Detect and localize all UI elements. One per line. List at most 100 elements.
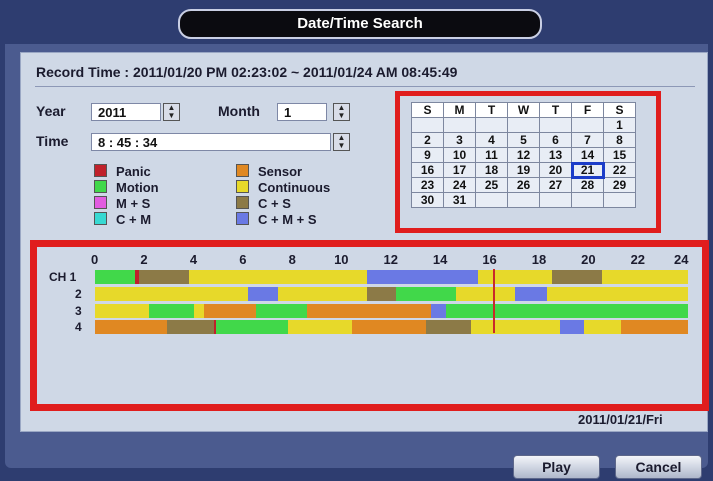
calendar-day[interactable]: 30 <box>411 192 444 208</box>
month-spinner[interactable]: ▲ ▼ <box>333 103 350 121</box>
recording-segment[interactable] <box>166 320 214 334</box>
calendar-empty-cell <box>603 192 636 208</box>
calendar-day[interactable]: 5 <box>507 132 540 148</box>
calendar-day[interactable]: 4 <box>475 132 508 148</box>
recording-segment[interactable] <box>366 287 397 301</box>
channel-track[interactable] <box>95 304 688 318</box>
calendar-day[interactable]: 20 <box>539 162 572 178</box>
recording-segment[interactable] <box>95 270 135 284</box>
recording-segment[interactable] <box>95 287 249 301</box>
recording-segment[interactable] <box>515 287 548 301</box>
calendar-day[interactable]: 28 <box>571 177 604 193</box>
recording-segment[interactable] <box>287 320 352 334</box>
calendar-day[interactable]: 8 <box>603 132 636 148</box>
recording-segment[interactable] <box>547 287 688 301</box>
calendar-day[interactable]: 16 <box>411 162 444 178</box>
hour-tick-label: 16 <box>482 252 497 267</box>
recording-segment[interactable] <box>277 287 367 301</box>
calendar-day[interactable]: 11 <box>475 147 508 163</box>
recording-segment[interactable] <box>255 304 308 318</box>
channel-track[interactable] <box>95 320 688 334</box>
calendar-day[interactable]: 26 <box>507 177 540 193</box>
recording-segment[interactable] <box>552 270 602 284</box>
recording-segment[interactable] <box>470 320 560 334</box>
calendar-day[interactable]: 24 <box>443 177 476 193</box>
calendar-day[interactable]: 22 <box>603 162 636 178</box>
time-field[interactable]: 8 : 45 : 34 <box>91 133 331 151</box>
recording-segment[interactable] <box>139 270 189 284</box>
spin-down-icon[interactable]: ▼ <box>338 141 346 150</box>
calendar-day[interactable]: 13 <box>539 147 572 163</box>
calendar-day[interactable]: 1 <box>603 117 636 133</box>
legend-sensor: Sensor <box>236 164 302 179</box>
recording-segment[interactable] <box>188 270 367 284</box>
legend-label: Sensor <box>258 164 303 179</box>
recording-segment[interactable] <box>426 320 471 334</box>
recording-segment[interactable] <box>216 320 288 334</box>
calendar-day[interactable]: 31 <box>443 192 476 208</box>
recording-segment[interactable] <box>95 304 150 318</box>
recording-segment[interactable] <box>455 287 516 301</box>
recording-segment[interactable] <box>431 304 446 318</box>
calendar-day[interactable]: 2 <box>411 132 444 148</box>
recording-segment[interactable] <box>149 304 194 318</box>
legend-panic: Panic <box>94 164 151 179</box>
calendar-week: 1 <box>411 117 636 133</box>
recording-segment[interactable] <box>307 304 432 318</box>
calendar-day[interactable]: 6 <box>539 132 572 148</box>
calendar-empty-cell <box>539 117 572 133</box>
time-cursor[interactable] <box>492 269 495 333</box>
channel-label: 4 <box>75 320 82 334</box>
recording-segment[interactable] <box>396 287 456 301</box>
calendar-day[interactable]: 10 <box>443 147 476 163</box>
channel-track[interactable] <box>95 287 688 301</box>
recording-segment[interactable] <box>203 304 256 318</box>
cancel-button[interactable]: Cancel <box>615 455 702 479</box>
year-field[interactable]: 2011 <box>91 103 161 121</box>
calendar-day[interactable]: 7 <box>571 132 604 148</box>
channel-track[interactable] <box>95 270 688 284</box>
recording-segment[interactable] <box>621 320 688 334</box>
calendar-week: 30 31 <box>411 192 636 208</box>
recording-segment[interactable] <box>351 320 427 334</box>
calendar-day[interactable]: 9 <box>411 147 444 163</box>
hour-tick-label: 8 <box>288 252 296 267</box>
time-spinner[interactable]: ▲ ▼ <box>333 133 350 151</box>
calendar-day[interactable]: 12 <box>507 147 540 163</box>
sensor-swatch <box>236 164 249 177</box>
recording-segment[interactable] <box>248 287 278 301</box>
recording-segment[interactable] <box>366 270 478 284</box>
calendar-day[interactable]: 29 <box>603 177 636 193</box>
recording-segment[interactable] <box>95 320 167 334</box>
c-m-swatch <box>94 212 107 225</box>
motion-swatch <box>94 180 107 193</box>
recording-segment[interactable] <box>477 270 553 284</box>
calendar-day[interactable]: 23 <box>411 177 444 193</box>
legend-m-s: M + S <box>94 196 150 211</box>
c-m-s-swatch <box>236 212 249 225</box>
weekday-header: T <box>475 102 508 118</box>
spin-down-icon[interactable]: ▼ <box>168 111 176 120</box>
year-label: Year <box>36 103 66 119</box>
recording-segment[interactable] <box>584 320 622 334</box>
recording-segment[interactable] <box>193 304 204 318</box>
calendar-empty-cell <box>571 192 604 208</box>
calendar-day[interactable]: 15 <box>603 147 636 163</box>
recording-segment[interactable] <box>601 270 688 284</box>
calendar-day[interactable]: 3 <box>443 132 476 148</box>
hour-tick-label: 14 <box>432 252 448 267</box>
calendar-day[interactable]: 18 <box>475 162 508 178</box>
month-field[interactable]: 1 <box>277 103 327 121</box>
recording-segment[interactable] <box>445 304 688 318</box>
calendar-empty-cell <box>475 192 508 208</box>
play-button[interactable]: Play <box>513 455 600 479</box>
calendar-day[interactable]: 25 <box>475 177 508 193</box>
calendar-day[interactable]: 21 <box>570 161 605 179</box>
calendar-day[interactable]: 19 <box>507 162 540 178</box>
year-spinner[interactable]: ▲ ▼ <box>163 103 180 121</box>
spin-down-icon[interactable]: ▼ <box>338 111 346 120</box>
calendar-day[interactable]: 27 <box>539 177 572 193</box>
calendar-day[interactable]: 14 <box>571 147 604 163</box>
recording-segment[interactable] <box>559 320 585 334</box>
calendar-day[interactable]: 17 <box>443 162 476 178</box>
